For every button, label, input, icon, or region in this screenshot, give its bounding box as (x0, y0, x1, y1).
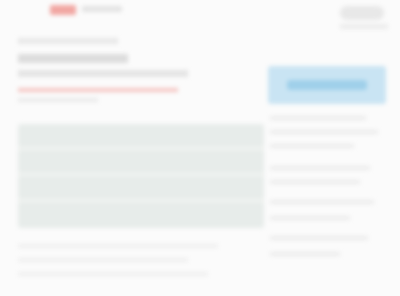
footer-text (18, 258, 188, 262)
footer-text (18, 244, 218, 248)
sidebar-line (270, 130, 378, 134)
sidebar-banner[interactable] (268, 66, 386, 104)
page-subtitle (18, 70, 188, 77)
page-title (18, 54, 128, 63)
top-right-text (340, 24, 388, 29)
sidebar-line (270, 166, 370, 170)
sidebar-line (270, 236, 368, 240)
content-stripe (18, 172, 264, 177)
meta-text (18, 98, 98, 102)
sidebar-line (270, 216, 350, 220)
sidebar-line (270, 200, 374, 204)
breadcrumb (18, 38, 118, 44)
logo[interactable] (50, 5, 76, 15)
sidebar-line (270, 180, 360, 184)
banner-button[interactable] (287, 80, 367, 90)
content-stripe (18, 146, 264, 151)
footer-text (18, 272, 208, 276)
sidebar-line (270, 252, 340, 256)
sidebar-line (270, 116, 366, 120)
meta-highlight (18, 88, 178, 92)
content-stripe (18, 198, 264, 203)
topbar-text (82, 6, 122, 12)
search-box[interactable] (340, 6, 384, 20)
sidebar-line (270, 144, 354, 148)
